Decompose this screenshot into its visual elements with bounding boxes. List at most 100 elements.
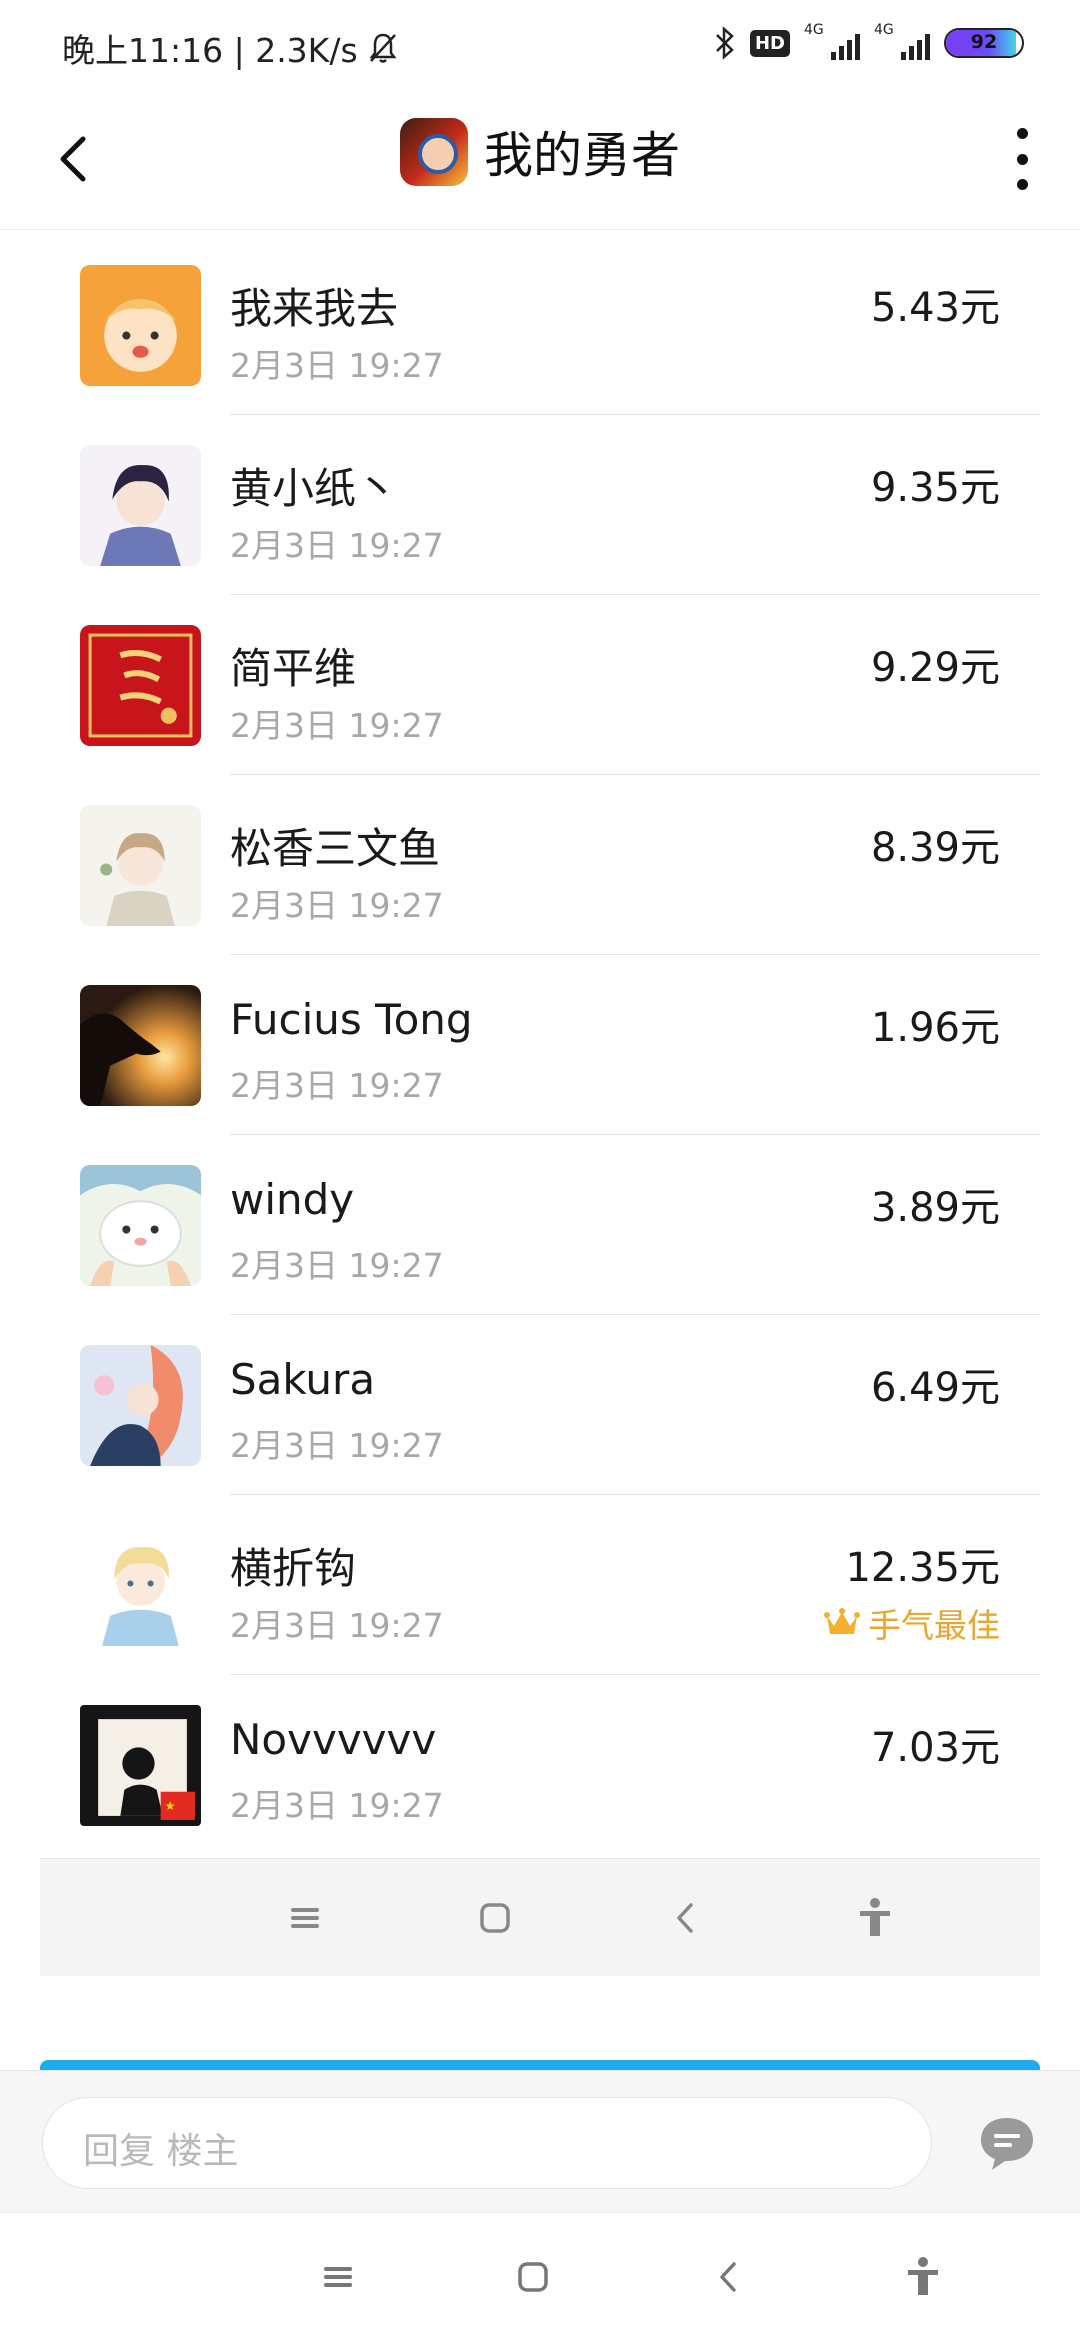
amount: 12.35元 — [845, 1545, 1000, 1591]
timestamp: 2月3日 19:27 — [230, 526, 444, 565]
amount: 9.29元 — [870, 645, 1000, 691]
user-name: Novvvvvv — [230, 1715, 437, 1764]
user-name: windy — [230, 1175, 355, 1224]
sys-menu-button[interactable] — [315, 2254, 361, 2300]
embedded-nav-bar — [40, 1858, 1040, 1976]
menu-icon — [323, 2266, 352, 2287]
user-name: Sakura — [230, 1355, 376, 1404]
home-square-icon — [480, 1902, 510, 1933]
battery-icon: 92 — [944, 28, 1024, 58]
status-bar: 晚上11:16 | 2.3K/s HD 4G 4G 92 — [0, 0, 1080, 92]
user-name: 我来我去 — [230, 284, 399, 333]
avatar[interactable] — [80, 985, 201, 1106]
best-luck-label: 手气最佳 — [868, 1606, 1000, 1645]
list-item[interactable]: ★ Novvvvvv 2月3日 19:27 7.03元 — [0, 1675, 1080, 1855]
list-item[interactable]: 简平维 2月3日 19:27 9.29元 — [0, 595, 1080, 775]
battery-level: 92 — [970, 31, 998, 53]
timestamp: 2月3日 19:27 — [230, 1606, 444, 1645]
avatar[interactable] — [80, 625, 201, 746]
user-name: 黄小纸丶 — [230, 464, 399, 513]
avatar-image — [80, 1525, 201, 1646]
timestamp: 2月3日 19:27 — [230, 706, 444, 745]
amount: 7.03元 — [870, 1725, 1000, 1771]
amount: 3.89元 — [870, 1185, 1000, 1231]
home-square-icon — [517, 2261, 548, 2292]
avatar-image — [80, 445, 201, 566]
more-vertical-icon — [1016, 128, 1028, 139]
avatar[interactable] — [80, 1345, 201, 1466]
timestamp: 2月3日 19:27 — [230, 886, 444, 925]
user-name: 简平维 — [230, 644, 357, 693]
user-name: Fucius Tong — [230, 995, 473, 1044]
svg-text:★: ★ — [165, 1799, 176, 1813]
accessibility-icon — [860, 1897, 890, 1936]
status-left: 晚上11:16 | 2.3K/s — [62, 24, 398, 72]
amount: 9.35元 — [870, 465, 1000, 511]
comment-bubble-icon[interactable] — [978, 2115, 1036, 2173]
mute-bell-icon — [369, 33, 397, 63]
app-logo — [399, 117, 468, 186]
reply-placeholder: 回复 楼主 — [83, 2131, 239, 2172]
crown-icon — [824, 1608, 860, 1634]
avatar[interactable]: ★ — [80, 1705, 201, 1826]
avatar[interactable] — [80, 805, 201, 926]
list-item[interactable]: 横折钩 2月3日 19:27 12.35元 手气最佳 — [0, 1495, 1080, 1675]
status-right: HD 4G 4G 92 — [714, 22, 1024, 60]
avatar-image: ★ — [80, 1705, 201, 1826]
accessibility-icon — [907, 2256, 938, 2295]
back-arrow-icon — [677, 1902, 693, 1933]
page-title: 我的勇者 — [483, 127, 680, 184]
menu-nav-button[interactable] — [282, 1895, 328, 1941]
timestamp: 2月3日 19:27 — [230, 1786, 444, 1825]
reply-bar: 回复 楼主 — [0, 2070, 1080, 2212]
list-item[interactable]: 我来我去 2月3日 19:27 5.43元 — [0, 235, 1080, 415]
timestamp: 2月3日 19:27 — [230, 346, 444, 385]
back-nav-button[interactable] — [662, 1895, 708, 1941]
home-nav-button[interactable] — [472, 1895, 518, 1941]
signal-icon-2: 4G — [874, 22, 930, 60]
amount: 1.96元 — [870, 1005, 1000, 1051]
more-button[interactable] — [1010, 128, 1034, 190]
timestamp: 2月3日 19:27 — [230, 1066, 444, 1105]
nav-header: 我的勇者 — [0, 92, 1080, 230]
back-arrow-icon — [719, 2261, 736, 2292]
avatar-image — [80, 625, 201, 746]
avatar[interactable] — [80, 445, 201, 566]
amount: 8.39元 — [870, 825, 1000, 871]
system-nav-bar — [0, 2212, 1080, 2340]
avatar[interactable] — [80, 1525, 201, 1646]
timestamp: 2月3日 19:27 — [230, 1426, 444, 1465]
user-name: 横折钩 — [230, 1544, 357, 1593]
avatar-image — [80, 1345, 201, 1466]
avatar[interactable] — [80, 265, 201, 386]
status-time-speed: 晚上11:16 | 2.3K/s — [62, 31, 358, 70]
signal-icon: 4G — [804, 22, 860, 60]
accessibility-nav-button[interactable] — [852, 1895, 898, 1941]
list-item[interactable]: Sakura 2月3日 19:27 6.49元 — [0, 1315, 1080, 1495]
best-luck-badge: 手气最佳 — [824, 1599, 1000, 1647]
hd-badge: HD — [749, 29, 790, 57]
sys-back-button[interactable] — [705, 2254, 751, 2300]
list-item[interactable]: Fucius Tong 2月3日 19:27 1.96元 — [0, 955, 1080, 1135]
avatar-image — [80, 805, 201, 926]
amount: 6.49元 — [870, 1365, 1000, 1411]
avatar-image — [80, 1165, 201, 1286]
list-item[interactable]: windy 2月3日 19:27 3.89元 — [0, 1135, 1080, 1315]
sys-home-button[interactable] — [510, 2254, 556, 2300]
more-dot — [1016, 153, 1028, 165]
avatar-image — [80, 985, 201, 1106]
sys-accessibility-button[interactable] — [900, 2254, 946, 2300]
title-group: 我的勇者 — [0, 116, 1080, 187]
reply-input[interactable]: 回复 楼主 — [42, 2097, 932, 2189]
user-name: 松香三文鱼 — [230, 824, 441, 873]
avatar[interactable] — [80, 1165, 201, 1286]
list-item[interactable]: 松香三文鱼 2月3日 19:27 8.39元 — [0, 775, 1080, 955]
list-item[interactable]: 黄小纸丶 2月3日 19:27 9.35元 — [0, 415, 1080, 595]
bluetooth-icon — [716, 26, 734, 60]
red-packet-list: 我来我去 2月3日 19:27 5.43元 黄小纸丶 2月3日 19:27 9.… — [0, 235, 1080, 1855]
more-dot — [1016, 179, 1028, 190]
amount: 5.43元 — [870, 285, 1000, 331]
avatar-image — [80, 265, 201, 386]
sim2-network-label: 4G — [874, 22, 894, 38]
sim1-network-label: 4G — [804, 22, 824, 38]
